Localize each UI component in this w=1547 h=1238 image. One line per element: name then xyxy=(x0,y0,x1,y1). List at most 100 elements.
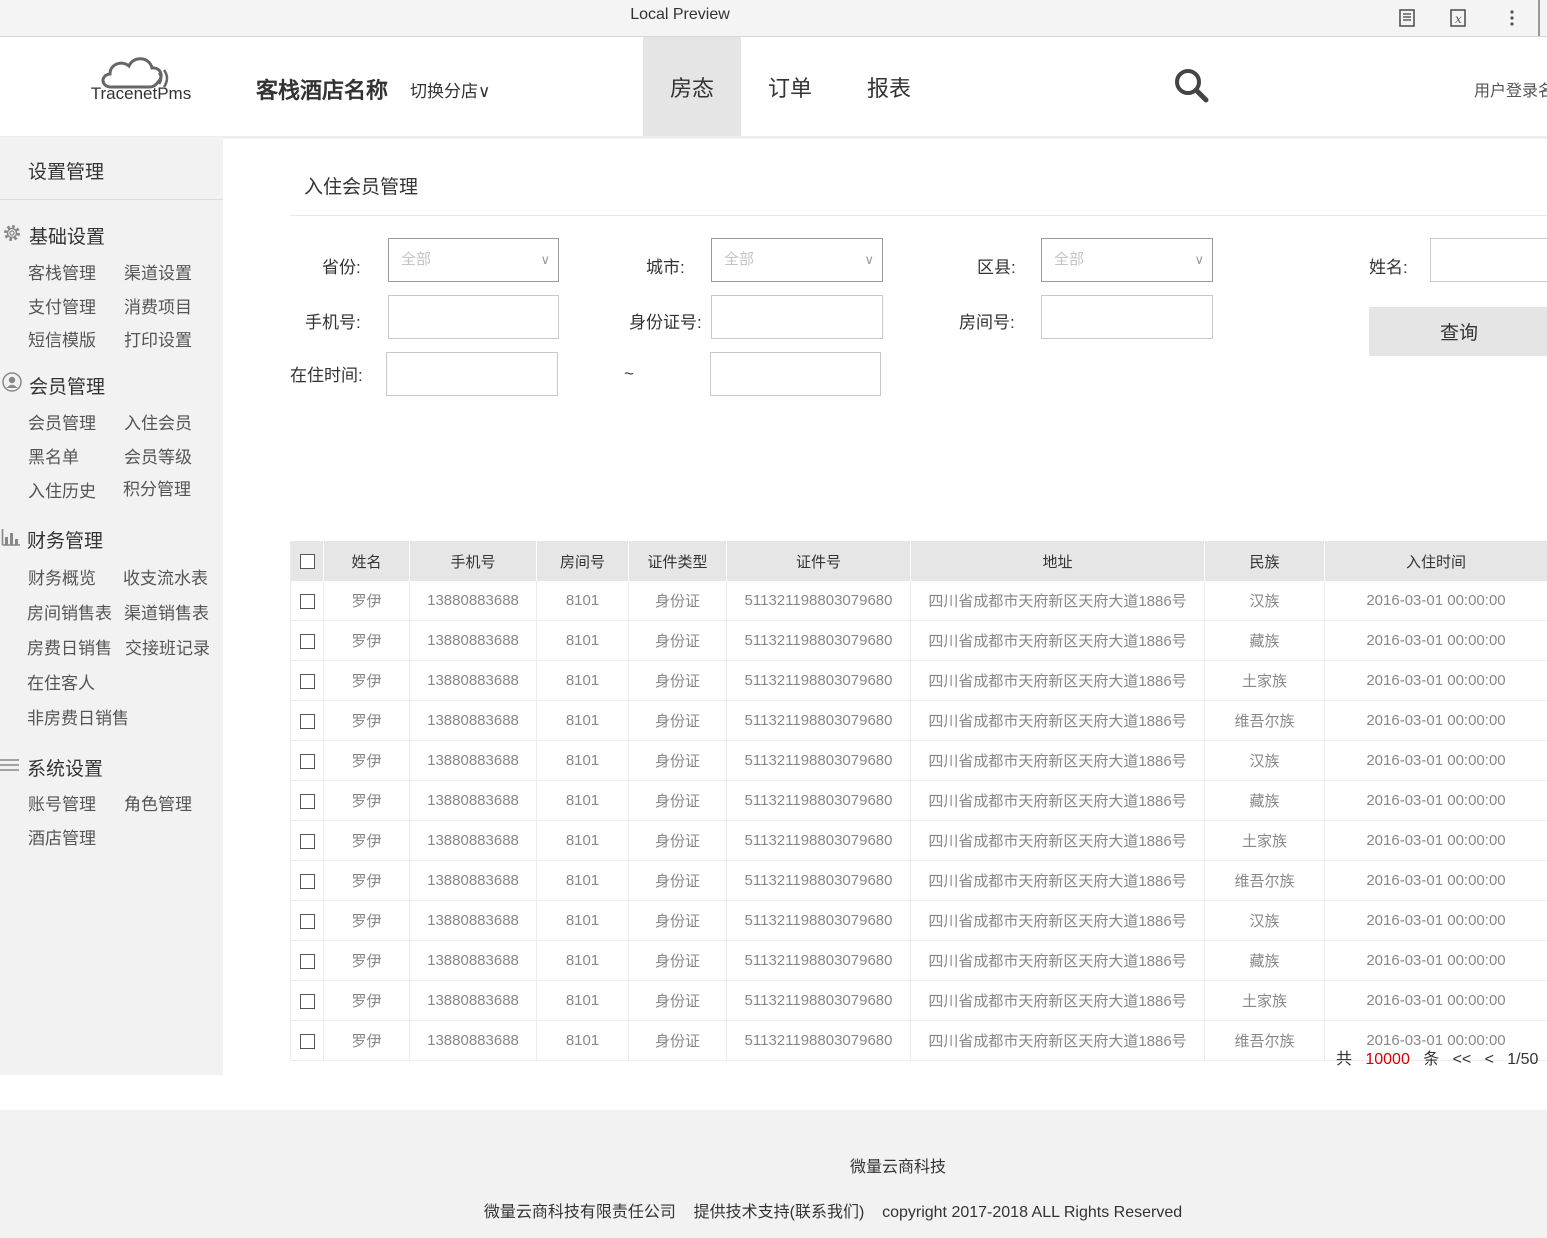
province-select[interactable]: 全部 ∨ xyxy=(388,238,559,282)
table-cell: 13880883688 xyxy=(409,660,537,701)
table-row[interactable]: 罗伊 13880883688 8101 身份证 511321198803079680 四川… xyxy=(290,940,1547,981)
row-select-cell xyxy=(290,581,324,621)
switch-branch-dropdown[interactable]: 切换分店∨ xyxy=(410,77,490,102)
table-cell: 四川省成都市天府新区天府大道1886号 xyxy=(910,860,1205,901)
sidebar-item-channel-sales[interactable]: 渠道销售表 xyxy=(124,599,209,624)
table-cell: 土家族 xyxy=(1204,980,1325,1021)
sidebar-item-room-sales[interactable]: 房间销售表 xyxy=(27,599,112,624)
stay-end-input[interactable] xyxy=(710,352,881,396)
sidebar-item-blacklist[interactable]: 黑名单 xyxy=(28,443,79,468)
sidebar-item-inn-management[interactable]: 客栈管理 xyxy=(28,259,96,284)
district-select[interactable]: 全部 ∨ xyxy=(1041,238,1213,282)
table-row[interactable]: 罗伊 13880883688 8101 身份证 511321198803079680 四川… xyxy=(290,660,1547,701)
query-button[interactable]: 查询 xyxy=(1369,307,1547,356)
sidebar-item-checked-in-members[interactable]: 入住会员 xyxy=(124,409,192,434)
row-checkbox[interactable] xyxy=(299,833,315,849)
sidebar-item-member-level[interactable]: 会员等级 xyxy=(124,443,192,468)
room-input[interactable] xyxy=(1041,295,1213,339)
sidebar-title: 设置管理 xyxy=(28,162,105,183)
row-checkbox[interactable] xyxy=(299,593,315,609)
sidebar-group-system-settings[interactable]: 系统设置 xyxy=(27,754,103,781)
sidebar-item-shift-records[interactable]: 交接班记录 xyxy=(125,634,210,659)
table-row[interactable]: 罗伊 13880883688 8101 身份证 511321198803079680 四川… xyxy=(290,860,1547,901)
sidebar-item-finance-overview[interactable]: 财务概览 xyxy=(28,564,96,589)
sidebar-item-account-management[interactable]: 账号管理 xyxy=(28,790,96,815)
column-header[interactable]: 房间号 xyxy=(536,541,629,581)
sidebar-item-member-management[interactable]: 会员管理 xyxy=(28,409,96,434)
table-row[interactable]: 罗伊 13880883688 8101 身份证 511321198803079680 四川… xyxy=(290,980,1547,1021)
column-header[interactable]: 证件类型 xyxy=(628,541,727,581)
row-checkbox[interactable] xyxy=(299,953,315,969)
nav-tab-reports[interactable]: 报表 xyxy=(839,37,939,136)
table-cell: 身份证 xyxy=(628,980,727,1021)
sidebar-item-payment-management[interactable]: 支付管理 xyxy=(28,293,96,318)
idcard-input[interactable] xyxy=(711,295,883,339)
column-header[interactable]: 姓名 xyxy=(323,541,410,581)
sidebar-group-basic-settings[interactable]: 基础设置 xyxy=(29,222,105,249)
table-row[interactable]: 罗伊 13880883688 8101 身份证 511321198803079680 四川… xyxy=(290,620,1547,661)
member-table: 姓名 手机号 房间号 证件类型 证件号 地址 民族 入住时间 罗伊 1388088… xyxy=(290,541,1547,1061)
column-header[interactable]: 地址 xyxy=(910,541,1205,581)
row-checkbox[interactable] xyxy=(299,913,315,929)
province-label: 省份: xyxy=(322,258,361,277)
sidebar-group-member-management[interactable]: 会员管理 xyxy=(29,372,105,399)
name-input[interactable] xyxy=(1430,238,1547,282)
row-checkbox[interactable] xyxy=(299,793,315,809)
sidebar-item-daily-room-sales[interactable]: 房费日销售 xyxy=(27,634,112,659)
table-cell: 13880883688 xyxy=(409,980,537,1021)
row-select-cell xyxy=(290,780,324,821)
table-row[interactable]: 罗伊 13880883688 8101 身份证 511321198803079680 四川… xyxy=(290,700,1547,741)
phone-input[interactable] xyxy=(388,295,559,339)
column-header[interactable]: 民族 xyxy=(1204,541,1325,581)
row-checkbox[interactable] xyxy=(299,993,315,1009)
formula-icon[interactable]: x xyxy=(1444,4,1472,32)
city-label: 城市: xyxy=(646,258,685,277)
sidebar-item-non-room-daily-sales[interactable]: 非房费日销售 xyxy=(27,704,129,729)
sidebar-item-channel-settings[interactable]: 渠道设置 xyxy=(124,259,192,284)
column-header[interactable]: 证件号 xyxy=(726,541,911,581)
sidebar-item-role-management[interactable]: 角色管理 xyxy=(124,790,192,815)
table-cell: 511321198803079680 xyxy=(726,900,911,941)
column-header[interactable]: 入住时间 xyxy=(1324,541,1547,581)
sidebar-item-hotel-management[interactable]: 酒店管理 xyxy=(28,824,96,849)
stay-start-input[interactable] xyxy=(386,352,558,396)
reader-mode-icon[interactable] xyxy=(1393,4,1421,32)
table-row[interactable]: 罗伊 13880883688 8101 身份证 511321198803079680 四川… xyxy=(290,581,1547,621)
table-cell: 511321198803079680 xyxy=(726,1020,911,1061)
sidebar-item-sms-template[interactable]: 短信模版 xyxy=(28,326,96,351)
more-options-icon[interactable] xyxy=(1498,4,1526,32)
row-checkbox[interactable] xyxy=(299,713,315,729)
city-select[interactable]: 全部 ∨ xyxy=(711,238,883,282)
user-login-name[interactable]: 用户登录名 xyxy=(1474,77,1547,101)
sidebar-group-finance-management[interactable]: 财务管理 xyxy=(27,526,103,553)
table-cell: 四川省成都市天府新区天府大道1886号 xyxy=(910,581,1205,621)
nav-tab-orders[interactable]: 订单 xyxy=(741,37,839,136)
sidebar-item-print-settings[interactable]: 打印设置 xyxy=(124,326,192,351)
row-checkbox[interactable] xyxy=(299,753,315,769)
browser-toolbar: Local Preview x xyxy=(0,0,1547,37)
chevron-down-icon: ∨ xyxy=(864,252,874,267)
select-all-checkbox[interactable] xyxy=(299,554,315,570)
row-checkbox[interactable] xyxy=(299,633,315,649)
table-row[interactable]: 罗伊 13880883688 8101 身份证 511321198803079680 四川… xyxy=(290,900,1547,941)
table-cell: 8101 xyxy=(536,700,629,741)
table-row[interactable]: 罗伊 13880883688 8101 身份证 511321198803079680 四川… xyxy=(290,820,1547,861)
row-checkbox[interactable] xyxy=(299,673,315,689)
prev-page-button[interactable]: < xyxy=(1485,1051,1494,1068)
table-cell: 511321198803079680 xyxy=(726,700,911,741)
row-checkbox[interactable] xyxy=(299,873,315,889)
sidebar-item-in-house-guests[interactable]: 在住客人 xyxy=(27,669,95,694)
sidebar-item-stay-history[interactable]: 入住历史 xyxy=(28,477,96,502)
sidebar-item-cash-flow[interactable]: 收支流水表 xyxy=(123,564,208,589)
column-header[interactable]: 手机号 xyxy=(409,541,537,581)
table-row[interactable]: 罗伊 13880883688 8101 身份证 511321198803079680 四川… xyxy=(290,740,1547,781)
sidebar-item-points-management[interactable]: 积分管理 xyxy=(123,475,191,500)
first-page-button[interactable]: << xyxy=(1453,1051,1472,1068)
row-select-cell xyxy=(290,940,324,981)
table-cell: 身份证 xyxy=(628,581,727,621)
table-row[interactable]: 罗伊 13880883688 8101 身份证 511321198803079680 四川… xyxy=(290,780,1547,821)
row-checkbox[interactable] xyxy=(299,1033,315,1049)
sidebar-item-consumption-items[interactable]: 消费项目 xyxy=(124,293,192,318)
search-icon[interactable] xyxy=(1172,66,1210,104)
nav-tab-room-status[interactable]: 房态 xyxy=(643,37,741,136)
